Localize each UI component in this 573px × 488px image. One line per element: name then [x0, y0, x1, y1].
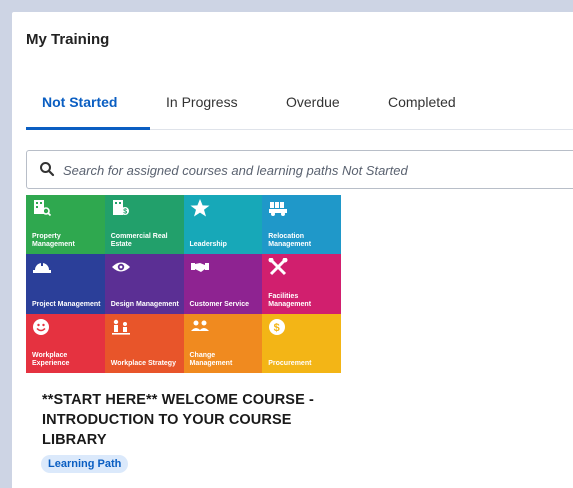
- star-icon: [190, 199, 209, 217]
- group-icon: [190, 320, 209, 331]
- tile-label: Change Management: [189, 351, 233, 367]
- tab-overdue[interactable]: Overdue: [286, 94, 340, 110]
- tile-label: Design Management: [110, 300, 179, 308]
- tile-customer-service: Customer Service: [183, 254, 263, 314]
- tile-leadership: Leadership: [183, 195, 263, 255]
- tab-bar: Not Started In Progress Overdue Complete…: [26, 82, 573, 130]
- tile-label: Commercial Real Estate: [110, 233, 168, 249]
- tile-label: Customer Service: [189, 300, 250, 308]
- tile-change-management: Change Management: [183, 313, 263, 373]
- tile-label: Project Management: [32, 300, 101, 308]
- tile-workplace-strategy: Workplace Strategy: [104, 313, 184, 373]
- learning-path-badge: Learning Path: [41, 455, 129, 473]
- tile-procurement: $ Procurement: [262, 313, 341, 373]
- search-box[interactable]: [26, 150, 573, 189]
- tile-label: Procurement: [268, 359, 312, 367]
- tile-design-management: Design Management: [104, 254, 184, 314]
- search-icon: [39, 161, 55, 182]
- hard-hat-icon: [33, 261, 51, 274]
- tile-label: Workplace Strategy: [110, 359, 176, 367]
- tile-workplace-experience: Workplace Experience: [26, 313, 105, 373]
- training-panel: My Training Not Started In Progress Over…: [12, 12, 573, 488]
- tab-in-progress[interactable]: In Progress: [166, 94, 238, 110]
- smiley-icon: [33, 318, 49, 335]
- tab-completed[interactable]: Completed: [388, 94, 456, 110]
- course-thumbnail[interactable]: Property Management $ Commercial Real Es…: [26, 195, 341, 373]
- people-strategy-icon: [111, 319, 130, 335]
- tile-property-management: Property Management: [26, 195, 105, 255]
- eye-icon: [111, 262, 130, 272]
- active-tab-indicator: [26, 127, 150, 130]
- tile-facilities-management: Facilities Management: [262, 254, 341, 314]
- tools-icon: [268, 258, 288, 276]
- truck-icon: [269, 202, 288, 216]
- tile-label: Facilities Management: [268, 292, 312, 308]
- tile-relocation-management: Relocation Management: [262, 195, 341, 255]
- tile-label: Leadership: [189, 241, 227, 249]
- course-title[interactable]: **START HERE** WELCOME COURSE - INTRODUC…: [42, 390, 322, 450]
- coin-icon: $: [269, 318, 286, 335]
- handshake-icon: [190, 263, 209, 273]
- tile-label: Property Management: [32, 233, 75, 249]
- svg-text:$: $: [123, 209, 127, 216]
- tile-commercial-real-estate: $ Commercial Real Estate: [104, 195, 184, 255]
- svg-text:$: $: [274, 322, 280, 334]
- page-title: My Training: [26, 31, 110, 48]
- search-input[interactable]: [63, 157, 563, 183]
- tab-not-started[interactable]: Not Started: [42, 94, 117, 110]
- building-dollar-icon: $: [112, 200, 129, 216]
- building-search-icon: [34, 200, 52, 217]
- tile-label: Relocation Management: [268, 233, 312, 249]
- tile-label: Workplace Experience: [32, 351, 70, 367]
- tile-project-management: Project Management: [26, 254, 105, 314]
